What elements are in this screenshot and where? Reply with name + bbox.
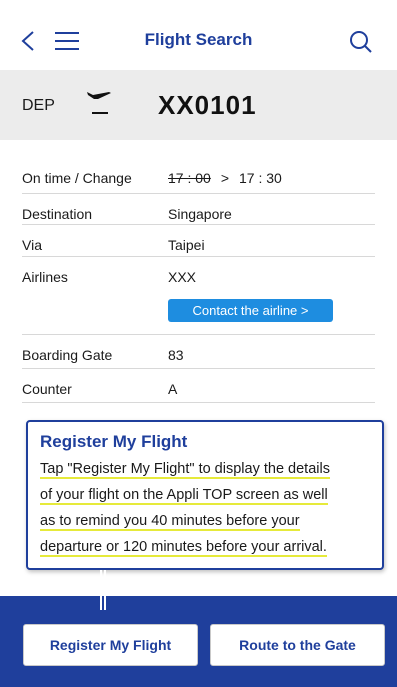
top-bar: Flight Search [0, 0, 397, 70]
row-airlines: Airlines XXX Contact the airline > [22, 257, 375, 335]
tooltip-line: as to remind you 40 minutes before your [40, 513, 300, 531]
row-value: Singapore [168, 206, 232, 222]
register-tooltip: Register My Flight Tap "Register My Flig… [26, 420, 384, 570]
new-time: 17 : 30 [239, 170, 282, 186]
tooltip-pointer [100, 570, 106, 610]
row-value: A [168, 381, 178, 397]
tooltip-title: Register My Flight [40, 432, 188, 451]
contact-airline-button[interactable]: Contact the airline > [168, 299, 333, 322]
route-to-gate-button[interactable]: Route to the Gate [210, 624, 385, 666]
row-value: 83 [168, 347, 184, 363]
row-label: Boarding Gate [22, 347, 113, 363]
departure-plane-icon [87, 92, 111, 114]
tooltip-line: Tap "Register My Flight" to display the … [40, 461, 330, 479]
direction-label: DEP [22, 97, 55, 114]
search-icon[interactable] [349, 30, 373, 54]
row-value: XXX [168, 269, 197, 285]
tooltip-line: departure or 120 minutes before your arr… [40, 539, 327, 557]
flight-details: On time / Change 17 : 00 >17 : 30 Destina… [22, 158, 375, 403]
row-destination: Destination Singapore [22, 194, 375, 225]
tooltip-line: of your flight on the Appli TOP screen a… [40, 487, 328, 505]
row-label: On time / Change [22, 170, 132, 186]
row-value: Taipei [168, 237, 205, 253]
row-value: 17 : 00 >17 : 30 [168, 170, 282, 186]
time-arrow: > [220, 170, 230, 186]
row-label: Via [22, 237, 42, 253]
row-via: Via Taipei [22, 225, 375, 257]
row-boarding-gate: Boarding Gate 83 [22, 335, 375, 369]
register-my-flight-button[interactable]: Register My Flight [23, 624, 198, 666]
tooltip-body: Tap "Register My Flight" to display the … [40, 456, 370, 560]
row-label: Counter [22, 381, 72, 397]
flight-number: XX0101 [158, 90, 257, 120]
old-time: 17 : 00 [168, 170, 211, 186]
row-on-time-change: On time / Change 17 : 00 >17 : 30 [22, 158, 375, 194]
flight-header: DEP XX0101 [0, 70, 397, 140]
row-label: Destination [22, 206, 93, 222]
page-title: Flight Search [144, 30, 253, 49]
row-label: Airlines [22, 269, 68, 285]
row-counter: Counter A [22, 369, 375, 403]
